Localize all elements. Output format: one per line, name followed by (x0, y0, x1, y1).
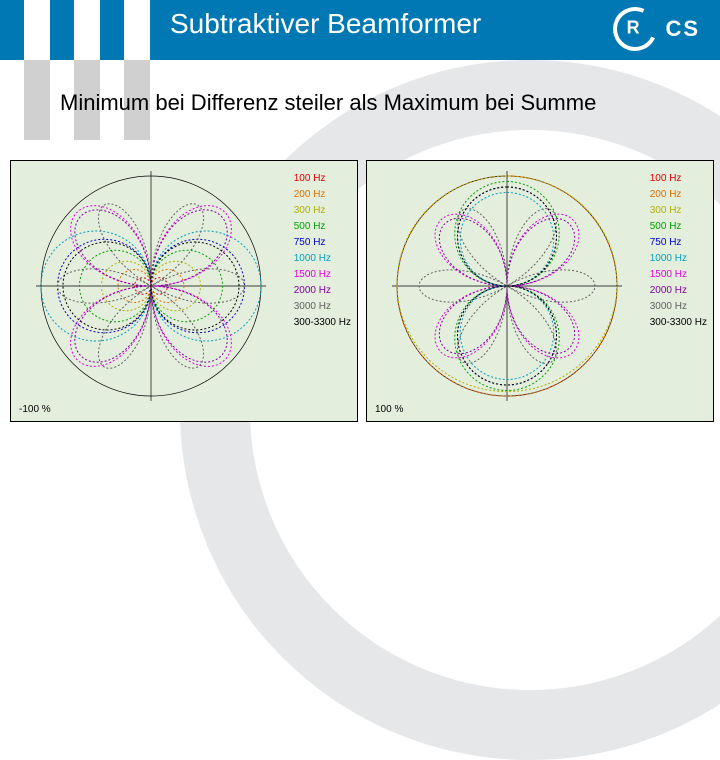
legend-item: 300 Hz (294, 203, 351, 219)
plot-row: 100 Hz200 Hz300 Hz500 Hz750 Hz1000 Hz150… (10, 160, 714, 422)
legend-item: 500 Hz (650, 219, 707, 235)
legend: 100 Hz200 Hz300 Hz500 Hz750 Hz1000 Hz150… (650, 171, 707, 331)
polar-canvas (387, 171, 627, 401)
legend-item: 100 Hz (650, 171, 707, 187)
legend-item: 300-3300 Hz (294, 315, 351, 331)
legend-item: 3000 Hz (294, 299, 351, 315)
polar-canvas (31, 171, 271, 401)
legend-item: 1500 Hz (294, 267, 351, 283)
legend-item: 750 Hz (294, 235, 351, 251)
subtitle-text: Minimum bei Differenz steiler als Maximu… (60, 90, 596, 116)
polar-plot-sum: 100 Hz200 Hz300 Hz500 Hz750 Hz1000 Hz150… (366, 160, 714, 422)
page-title: Subtraktiver Beamformer (170, 8, 481, 40)
header-stripes (0, 0, 170, 140)
legend-item: 750 Hz (650, 235, 707, 251)
polar-plot-difference: 100 Hz200 Hz300 Hz500 Hz750 Hz1000 Hz150… (10, 160, 358, 422)
legend-item: 1000 Hz (650, 251, 707, 267)
legend-item: 3000 Hz (650, 299, 707, 315)
logo-ring-icon: R (607, 1, 663, 57)
x-scale-label: -100 % (19, 404, 51, 415)
legend-item: 2000 Hz (650, 283, 707, 299)
legend-item: 1000 Hz (294, 251, 351, 267)
legend-item: 200 Hz (294, 187, 351, 203)
legend-item: 200 Hz (650, 187, 707, 203)
legend-item: 2000 Hz (294, 283, 351, 299)
legend: 100 Hz200 Hz300 Hz500 Hz750 Hz1000 Hz150… (294, 171, 351, 331)
legend-item: 300-3300 Hz (650, 315, 707, 331)
logo-rcs: R CS (613, 8, 700, 50)
legend-item: 500 Hz (294, 219, 351, 235)
legend-item: 1500 Hz (650, 267, 707, 283)
logo-r-letter: R (627, 18, 640, 39)
legend-item: 100 Hz (294, 171, 351, 187)
logo-cs-letters: CS (665, 16, 700, 42)
x-scale-label: 100 % (375, 404, 403, 415)
legend-item: 300 Hz (650, 203, 707, 219)
